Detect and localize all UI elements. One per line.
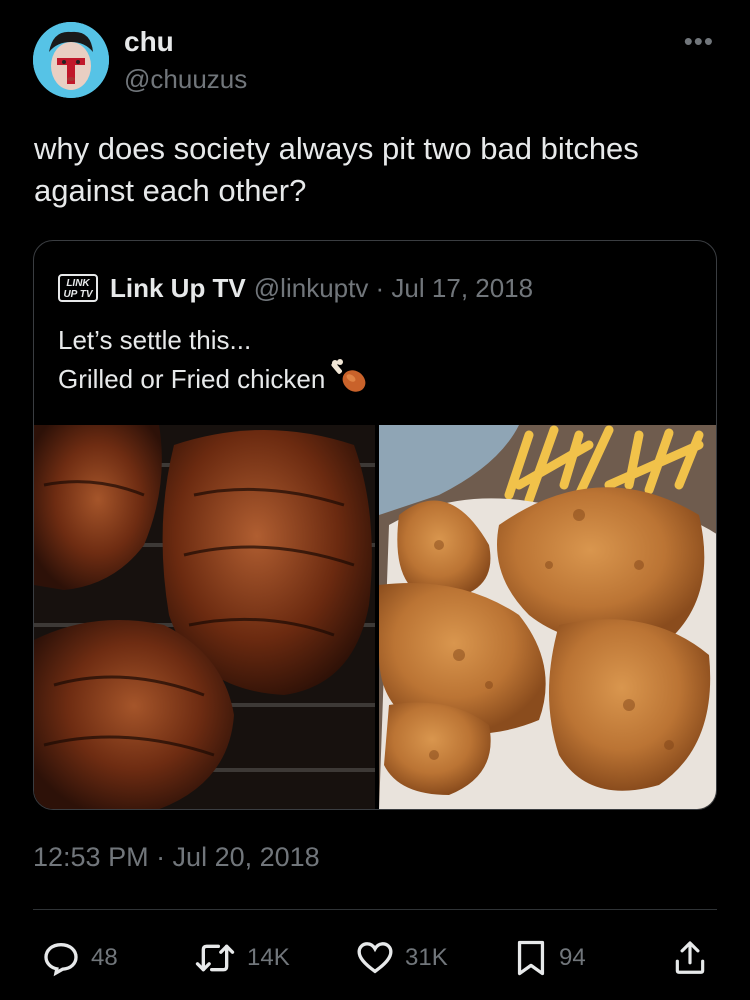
retweet-count: 14K xyxy=(247,944,290,971)
avatar[interactable] xyxy=(33,22,109,98)
quoted-text-line2: Grilled or Fried chicken xyxy=(58,363,326,394)
like-button[interactable]: 31K xyxy=(355,934,448,982)
retweet-button[interactable]: 14K xyxy=(193,934,290,982)
tweet-timestamp[interactable]: 12:53 PM · Jul 20, 2018 xyxy=(33,842,320,873)
poultry-leg-icon xyxy=(331,359,367,403)
bookmark-button[interactable]: 94 xyxy=(513,934,586,982)
fried-chicken-photo[interactable] xyxy=(379,425,716,809)
reply-count: 48 xyxy=(91,944,118,971)
grilled-chicken-photo[interactable] xyxy=(34,425,375,809)
reply-icon xyxy=(44,942,78,977)
author-handle[interactable]: @chuuzus xyxy=(124,64,247,95)
like-count: 31K xyxy=(405,944,448,971)
quoted-author-meta: @linkuptv · Jul 17, 2018 xyxy=(253,272,534,303)
share-button[interactable] xyxy=(671,934,719,982)
quoted-tweet-header: LINK UP TV Link Up TV @linkuptv · Jul 17… xyxy=(58,271,533,305)
logo-text-line1: LINK xyxy=(66,278,90,289)
heart-icon xyxy=(357,942,393,974)
share-icon xyxy=(675,941,705,974)
quoted-text-line1: Let’s settle this... xyxy=(58,325,252,355)
divider xyxy=(33,909,717,910)
quoted-media[interactable] xyxy=(34,425,716,809)
author-display-name[interactable]: chu xyxy=(124,26,174,58)
action-bar: 48 14K 31K 94 xyxy=(33,934,717,982)
more-options-icon[interactable]: ••• xyxy=(684,26,714,57)
quoted-author-name[interactable]: Link Up TV xyxy=(110,273,246,304)
bookmark-icon xyxy=(517,940,545,976)
link-up-tv-logo: LINK UP TV xyxy=(58,274,98,302)
quoted-tweet-text: Let’s settle this... Grilled or Fried ch… xyxy=(58,321,367,403)
tweet-text: why does society always pit two bad bitc… xyxy=(34,131,639,208)
retweet-icon xyxy=(195,944,235,972)
bookmark-count: 94 xyxy=(559,944,586,971)
logo-text-line2: UP TV xyxy=(63,289,93,300)
quoted-tweet[interactable]: LINK UP TV Link Up TV @linkuptv · Jul 17… xyxy=(33,240,717,810)
reply-button[interactable]: 48 xyxy=(41,934,118,982)
